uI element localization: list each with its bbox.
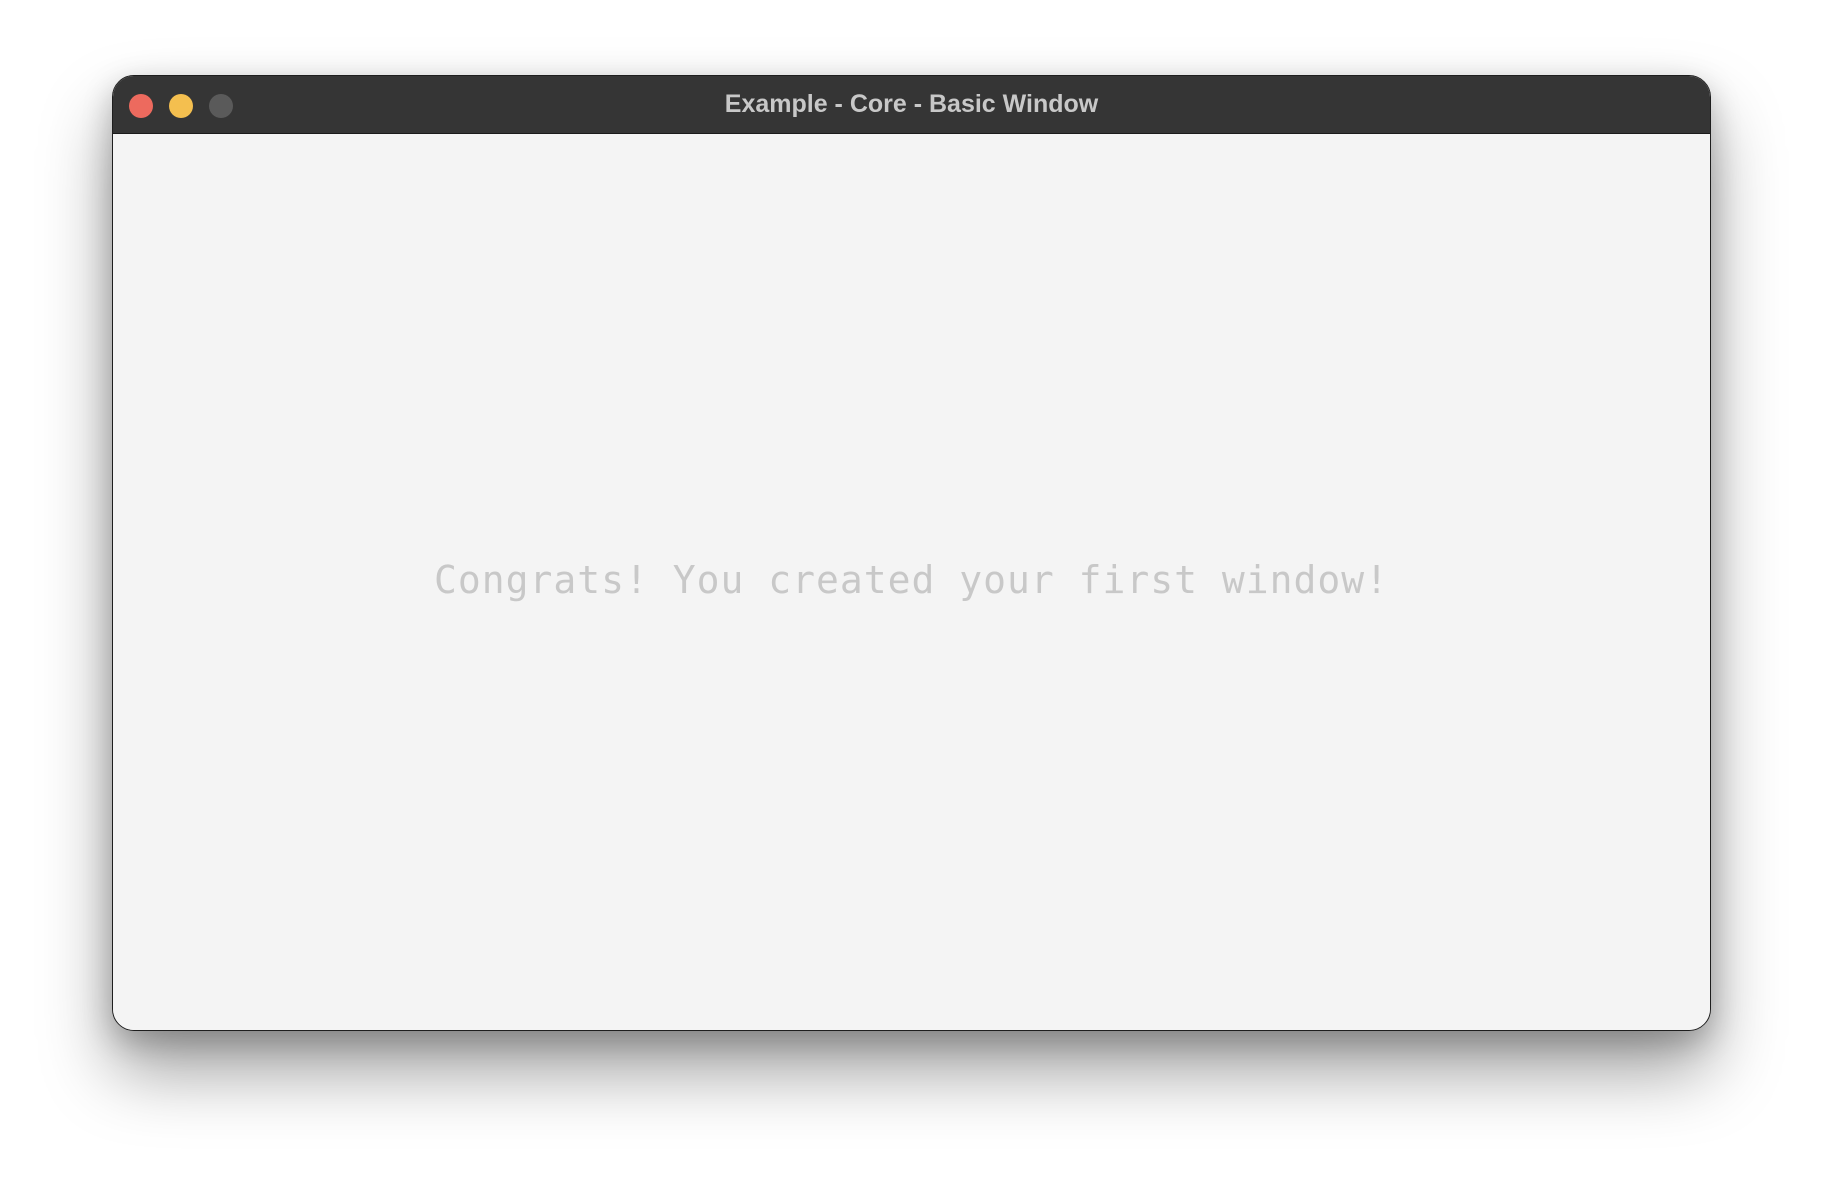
- window-title: Example - Core - Basic Window: [724, 90, 1099, 118]
- app-window: Example - Core - Basic Window Congrats! …: [112, 75, 1711, 1031]
- congrats-message: Congrats! You created your first window!: [433, 558, 1390, 602]
- title-bar[interactable]: Example - Core - Basic Window: [113, 76, 1710, 134]
- window-content: Congrats! You created your first window!: [113, 134, 1710, 1030]
